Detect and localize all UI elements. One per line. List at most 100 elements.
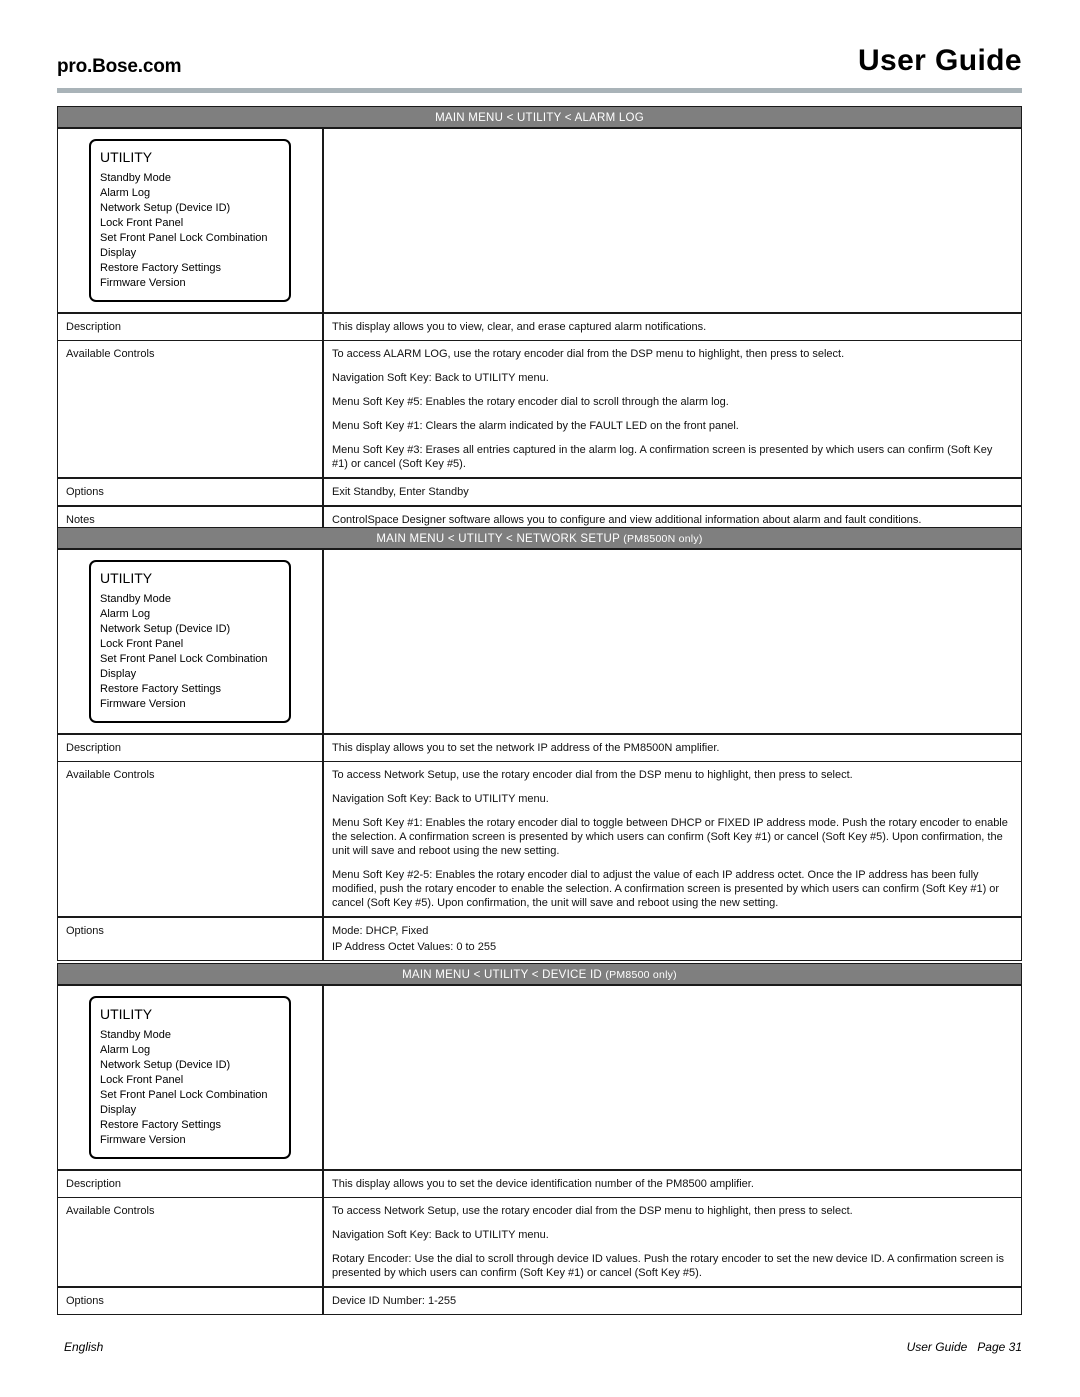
- row-label-options: Options: [58, 479, 324, 505]
- table-header-text: MAIN MENU < UTILITY < NETWORK SETUP: [376, 533, 624, 545]
- menu-item-set-front-panel-lock-combination[interactable]: Set Front Panel Lock Combination: [100, 1088, 280, 1103]
- brand-pro-bose-com: pro.Bose.com: [57, 56, 182, 77]
- screen-preview-row: UTILITY Standby Mode Alarm Log Network S…: [58, 550, 1021, 735]
- row-label-available-controls: Available Controls: [58, 1198, 324, 1286]
- menu-box-title: UTILITY: [100, 570, 153, 586]
- menu-item-display[interactable]: Display: [100, 246, 280, 261]
- control-line: Menu Soft Key #5: Enables the rotary enc…: [332, 396, 729, 408]
- menu-item-firmware-version[interactable]: Firmware Version: [100, 697, 280, 712]
- table-row-available-controls: Available Controls To access Network Set…: [58, 762, 1021, 918]
- control-line: Rotary Encoder: Use the dial to scroll t…: [332, 1253, 1004, 1279]
- menu-item-restore-factory-settings[interactable]: Restore Factory Settings: [100, 682, 280, 697]
- menu-item-set-front-panel-lock-combination[interactable]: Set Front Panel Lock Combination: [100, 652, 280, 667]
- menu-item-display[interactable]: Display: [100, 667, 280, 682]
- menu-screen-cell: UTILITY Standby Mode Alarm Log Network S…: [58, 129, 324, 312]
- menu-item-firmware-version[interactable]: Firmware Version: [100, 1133, 280, 1148]
- utility-menu-box: UTILITY Standby Mode Alarm Log Network S…: [89, 560, 291, 723]
- description-text: This display allows you to set the netwo…: [332, 742, 720, 754]
- menu-box-title: UTILITY: [100, 149, 153, 165]
- screen-illustration-area: [324, 129, 1021, 312]
- menu-item-lock-front-panel[interactable]: Lock Front Panel: [100, 637, 280, 652]
- table-row-available-controls: Available Controls To access Network Set…: [58, 1198, 1021, 1288]
- row-label-available-controls: Available Controls: [58, 762, 324, 916]
- menu-item-lock-front-panel[interactable]: Lock Front Panel: [100, 1073, 280, 1088]
- row-label-options: Options: [58, 1288, 324, 1314]
- page-footer: English User Guide Page 31: [57, 1340, 1022, 1360]
- table-row-description: Description This display allows you to v…: [58, 314, 1021, 341]
- utility-menu-box: UTILITY Standby Mode Alarm Log Network S…: [89, 996, 291, 1159]
- control-line: Navigation Soft Key: Back to UTILITY men…: [332, 372, 549, 384]
- option-line: IP Address Octet Values: 0 to 255: [332, 941, 497, 953]
- table-row-options: Options Mode: DHCP, Fixed IP Address Oct…: [58, 918, 1021, 960]
- menu-item-firmware-version[interactable]: Firmware Version: [100, 276, 280, 291]
- row-label-description: Description: [58, 735, 324, 761]
- control-line: Menu Soft Key #1: Clears the alarm indic…: [332, 420, 739, 432]
- row-value-description: This display allows you to set the devic…: [324, 1171, 1021, 1197]
- control-line: Navigation Soft Key: Back to UTILITY men…: [332, 1229, 549, 1241]
- table-header-text: MAIN MENU < UTILITY < DEVICE ID: [402, 969, 606, 981]
- menu-item-standby-mode[interactable]: Standby Mode: [100, 592, 280, 607]
- option-line: Device ID Number: 1-255: [332, 1295, 457, 1307]
- spec-table-network-setup: MAIN MENU < UTILITY < NETWORK SETUP (PM8…: [57, 527, 1022, 961]
- table-row-options: Options Device ID Number: 1-255: [58, 1288, 1021, 1314]
- page-header: pro.Bose.com User Guide: [57, 44, 1022, 92]
- control-line: To access Network Setup, use the rotary …: [332, 769, 853, 781]
- table-row-description: Description This display allows you to s…: [58, 1171, 1021, 1198]
- menu-item-restore-factory-settings[interactable]: Restore Factory Settings: [100, 261, 280, 276]
- screen-preview-row: UTILITY Standby Mode Alarm Log Network S…: [58, 986, 1021, 1171]
- table-header-text: MAIN MENU < UTILITY < ALARM LOG: [435, 112, 644, 124]
- row-value-options: Mode: DHCP, Fixed IP Address Octet Value…: [324, 918, 1021, 960]
- menu-item-lock-front-panel[interactable]: Lock Front Panel: [100, 216, 280, 231]
- document-page: pro.Bose.com User Guide MAIN MENU < UTIL…: [0, 0, 1080, 1397]
- row-label-available-controls: Available Controls: [58, 341, 324, 477]
- footer-language: English: [64, 1340, 104, 1354]
- row-value-available-controls: To access Network Setup, use the rotary …: [324, 1198, 1021, 1286]
- menu-box-title: UTILITY: [100, 1006, 153, 1022]
- screen-illustration-area: [324, 550, 1021, 733]
- utility-menu-box: UTILITY Standby Mode Alarm Log Network S…: [89, 139, 291, 302]
- control-line: Menu Soft Key #1: Enables the rotary enc…: [332, 817, 1008, 857]
- row-label-description: Description: [58, 314, 324, 340]
- menu-item-restore-factory-settings[interactable]: Restore Factory Settings: [100, 1118, 280, 1133]
- screen-illustration-area: [324, 986, 1021, 1169]
- spec-table-device-id: MAIN MENU < UTILITY < DEVICE ID (PM8500 …: [57, 963, 1022, 1315]
- table-row-options: Options Exit Standby, Enter Standby: [58, 479, 1021, 507]
- table-header-device-id: MAIN MENU < UTILITY < DEVICE ID (PM8500 …: [58, 964, 1021, 986]
- table-header-suffix: (PM8500 only): [605, 969, 677, 981]
- row-value-description: This display allows you to view, clear, …: [324, 314, 1021, 340]
- control-line: To access Network Setup, use the rotary …: [332, 1205, 853, 1217]
- row-value-options: Exit Standby, Enter Standby: [324, 479, 1021, 505]
- control-line: To access ALARM LOG, use the rotary enco…: [332, 348, 845, 360]
- table-row-description: Description This display allows you to s…: [58, 735, 1021, 762]
- description-text: This display allows you to set the devic…: [332, 1178, 754, 1190]
- menu-item-network-setup[interactable]: Network Setup (Device ID): [100, 622, 280, 637]
- menu-item-network-setup[interactable]: Network Setup (Device ID): [100, 1058, 280, 1073]
- row-label-description: Description: [58, 1171, 324, 1197]
- menu-item-set-front-panel-lock-combination[interactable]: Set Front Panel Lock Combination: [100, 231, 280, 246]
- spec-table-alarm-log: MAIN MENU < UTILITY < ALARM LOG UTILITY …: [57, 106, 1022, 534]
- option-line: Mode: DHCP, Fixed: [332, 925, 429, 937]
- control-line: Menu Soft Key #2-5: Enables the rotary e…: [332, 869, 1000, 909]
- menu-screen-cell: UTILITY Standby Mode Alarm Log Network S…: [58, 550, 324, 733]
- control-line: Menu Soft Key #3: Erases all entries cap…: [332, 444, 993, 470]
- menu-item-alarm-log[interactable]: Alarm Log: [100, 186, 280, 201]
- notes-text: ControlSpace Designer software allows yo…: [332, 514, 922, 526]
- menu-item-standby-mode[interactable]: Standby Mode: [100, 171, 280, 186]
- option-line: Exit Standby, Enter Standby: [332, 486, 469, 498]
- row-label-options: Options: [58, 918, 324, 960]
- menu-item-standby-mode[interactable]: Standby Mode: [100, 1028, 280, 1043]
- menu-screen-cell: UTILITY Standby Mode Alarm Log Network S…: [58, 986, 324, 1169]
- row-value-available-controls: To access ALARM LOG, use the rotary enco…: [324, 341, 1021, 477]
- menu-item-alarm-log[interactable]: Alarm Log: [100, 607, 280, 622]
- row-value-description: This display allows you to set the netwo…: [324, 735, 1021, 761]
- table-row-available-controls: Available Controls To access ALARM LOG, …: [58, 341, 1021, 479]
- page-title: User Guide: [857, 44, 1022, 77]
- row-value-options: Device ID Number: 1-255: [324, 1288, 1021, 1314]
- row-value-available-controls: To access Network Setup, use the rotary …: [324, 762, 1021, 916]
- menu-item-network-setup[interactable]: Network Setup (Device ID): [100, 201, 280, 216]
- table-header-suffix: (PM8500N only): [623, 533, 703, 545]
- description-text: This display allows you to view, clear, …: [332, 321, 707, 333]
- table-header-alarm-log: MAIN MENU < UTILITY < ALARM LOG: [58, 107, 1021, 129]
- menu-item-alarm-log[interactable]: Alarm Log: [100, 1043, 280, 1058]
- menu-item-display[interactable]: Display: [100, 1103, 280, 1118]
